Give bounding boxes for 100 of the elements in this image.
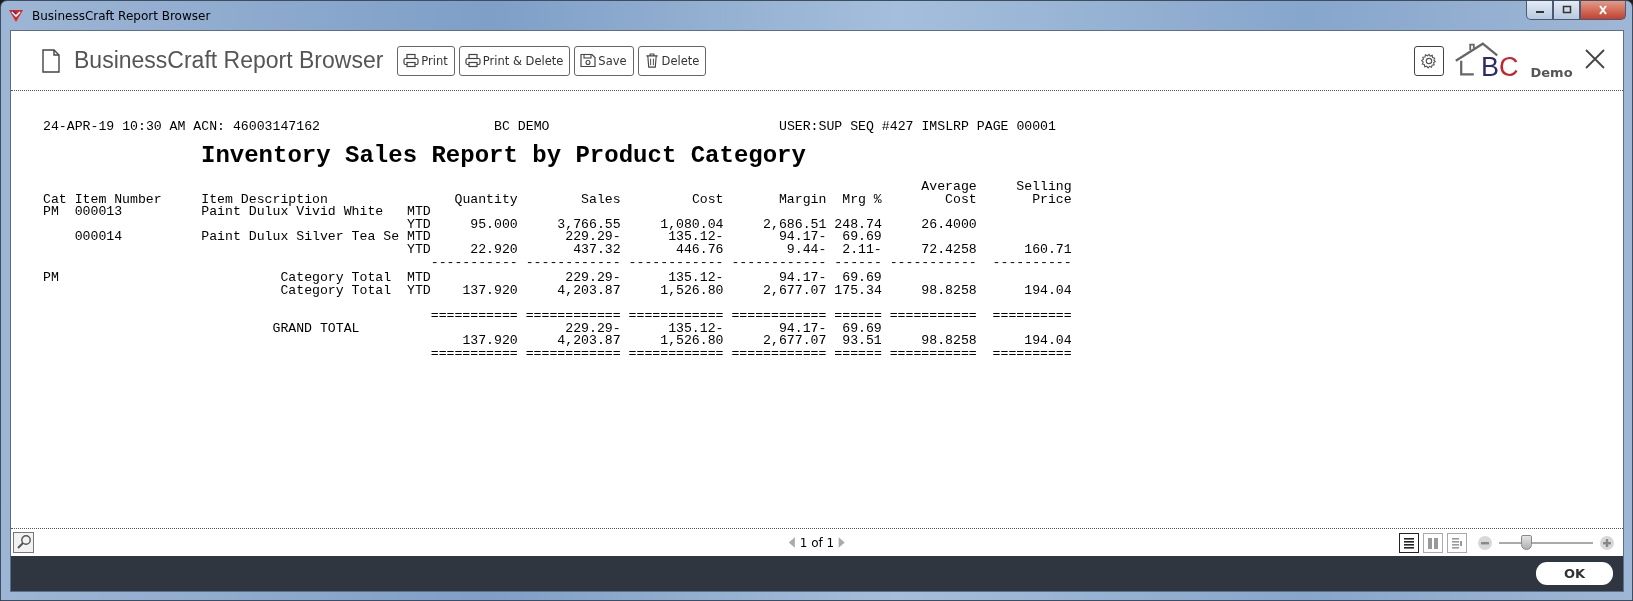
column-header: Cost — [691, 193, 725, 207]
value-cell-text: 2,677.07 — [763, 335, 828, 348]
rule-text: ============ — [628, 347, 725, 361]
value-cell-text: 446.76 — [676, 243, 725, 257]
minimize-button[interactable] — [1526, 1, 1553, 20]
value-cell-text: 2,677.07 — [763, 284, 828, 298]
rule-text: ============ — [525, 309, 622, 323]
print-button[interactable]: Print — [397, 45, 455, 76]
zoom-out-icon[interactable] — [1477, 534, 1493, 551]
value-cell-text: 95.000 — [470, 218, 519, 232]
value-cell-text: 160.71 — [1024, 243, 1073, 257]
report-title: Inventory Sales Report by Product Category — [201, 142, 806, 170]
settings-icon — [1420, 51, 1438, 70]
printer-icon — [403, 53, 420, 68]
ok-button[interactable]: OK — [1536, 562, 1613, 585]
search-icon — [15, 534, 32, 550]
printer-icon — [464, 53, 481, 68]
value-cell-text: 229.29- — [565, 231, 622, 244]
zoom-in-icon[interactable] — [1599, 534, 1615, 551]
description-cell: Paint Dulux Silver Tea Se — [201, 231, 400, 244]
rule-text: ----------- — [430, 256, 519, 270]
search-button[interactable] — [13, 532, 34, 553]
description-cell-text: GRAND TOTAL — [272, 322, 361, 336]
column-header: Item Number — [74, 193, 162, 207]
value-cell-text: 229.29- — [565, 272, 622, 285]
settings-button[interactable] — [1414, 45, 1444, 76]
column-header: Mrg % — [842, 193, 883, 207]
value-cell-text: 1,526.80 — [660, 284, 725, 298]
rule-text: =========== — [889, 347, 978, 361]
column-header: Quantity — [454, 193, 519, 207]
value-cell-text: 94.17- — [778, 322, 828, 336]
save-button[interactable]: Save — [574, 45, 634, 76]
value-cell-text: 2.11- — [842, 243, 883, 257]
period-cell: YTD — [407, 284, 431, 298]
delete-button[interactable]: Delete — [637, 45, 707, 76]
value-cell-text: 22.920 — [470, 243, 519, 257]
column-header: Sales — [581, 193, 622, 207]
value-cell-text: 94.17- — [778, 231, 828, 244]
value-cell-text: 72.4258 — [921, 243, 978, 257]
rule-text: ------------ — [525, 256, 622, 270]
value-cell-text: 248.74 — [834, 218, 883, 232]
category-cell: PM — [43, 206, 59, 219]
value-cell-text: 1,526.80 — [660, 335, 725, 348]
maximize-icon — [1560, 5, 1573, 15]
rule-text: ============ — [731, 309, 828, 323]
rule-text: ========== — [992, 347, 1073, 361]
period-cell: MTD — [407, 272, 431, 285]
page-indicator: 1 of 1 — [799, 535, 835, 550]
column-header: Item Description — [201, 193, 328, 207]
rule-text: ----------- — [889, 256, 978, 270]
rule-text: ---------- — [992, 256, 1073, 270]
value-cell-text: 137.920 — [462, 335, 519, 348]
rule-text: ====== — [834, 347, 883, 361]
side-panel-view-button[interactable] — [1447, 532, 1467, 553]
rule-text: ------ — [834, 256, 883, 270]
rule-text: ------------ — [628, 256, 725, 270]
value-cell-text: 98.8258 — [921, 284, 978, 298]
document-icon — [42, 48, 60, 73]
value-cell-text: 69.69 — [842, 272, 883, 285]
value-cell-text: 69.69 — [842, 322, 883, 336]
period-cell: MTD — [407, 231, 431, 244]
report-info-line: USER:SUP SEQ #427 IMSLRP PAGE 00001 — [778, 119, 1056, 134]
window-title: BusinessCraft Report Browser — [32, 8, 211, 23]
close-icon — [1597, 5, 1609, 15]
period-cell: YTD — [407, 218, 431, 232]
app-title: BusinessCraft Report Browser — [74, 47, 384, 74]
trash-icon — [643, 53, 660, 68]
value-cell-text: 437.32 — [573, 243, 622, 257]
value-cell-text: 194.04 — [1024, 284, 1073, 298]
value-cell-text: 94.17- — [778, 272, 828, 285]
company-name: BC DEMO — [494, 119, 550, 134]
close-icon — [1585, 49, 1605, 69]
close-button[interactable] — [1580, 1, 1626, 20]
value-cell-text: 4,203.87 — [557, 335, 622, 348]
value-cell-text: 1,080.04 — [660, 218, 725, 232]
rule-text: ====== — [834, 309, 883, 323]
column-header: Average — [921, 181, 978, 194]
rule-text: =========== — [430, 347, 519, 361]
rule-text: =========== — [430, 309, 519, 323]
value-cell-text: 135.12- — [668, 322, 725, 336]
rule-text: ------------ — [731, 256, 828, 270]
item-number-cell: 000014 — [74, 231, 123, 244]
value-cell-text: 135.12- — [668, 231, 725, 244]
single-page-view-button[interactable] — [1399, 532, 1419, 553]
app-logo-icon — [8, 7, 24, 24]
description-cell-text: Category Total — [280, 272, 393, 285]
period-cell: YTD — [407, 243, 431, 257]
value-cell-text: 3,766.55 — [557, 218, 622, 232]
value-cell-text: 26.4000 — [921, 218, 978, 232]
column-header: Margin — [778, 193, 828, 207]
column-header: Cost — [945, 193, 978, 207]
value-cell-text: 69.69 — [842, 231, 883, 244]
value-cell-text: 9.44- — [786, 243, 828, 257]
description-cell-text: Category Total — [280, 284, 393, 298]
value-cell-text: 175.34 — [834, 284, 883, 298]
maximize-button[interactable] — [1553, 1, 1580, 20]
report-date-line: 24-APR-19 10:30 AM ACN: 46003147162 — [43, 119, 320, 134]
rule-text: =========== — [889, 309, 978, 323]
print-button[interactable]: Print & Delete — [458, 45, 571, 76]
rule-text: ========== — [992, 309, 1073, 323]
